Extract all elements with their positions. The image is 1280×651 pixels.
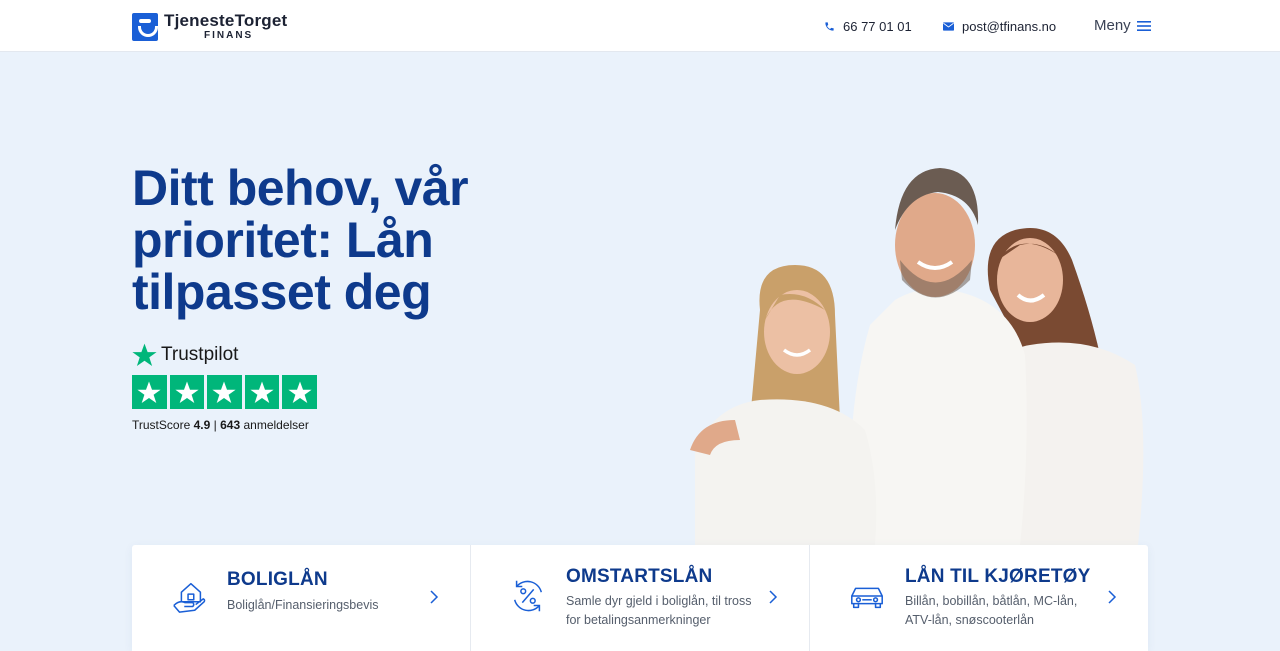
- review-count: 643: [220, 418, 241, 432]
- trustpilot-name: Trustpilot: [161, 343, 239, 365]
- trustscore-value: 4.9: [193, 418, 211, 432]
- chevron-right-icon: [430, 590, 439, 604]
- car-icon: [851, 587, 883, 609]
- trustpilot-star: [244, 375, 280, 409]
- trustscore-line: TrustScore 4.9 | 643 anmeldelser: [132, 418, 317, 432]
- phone-icon: [825, 22, 834, 31]
- trustpilot-star: [169, 375, 205, 409]
- card-description: Billån, bobillån, båtlån, MC-lån, ATV-lå…: [905, 594, 1078, 627]
- menu-button[interactable]: Meny: [1094, 17, 1151, 34]
- card-boliglan[interactable]: BOLIGLÅN Boliglån/Finansieringsbevis: [132, 545, 471, 651]
- logo-sub: FINANS: [204, 30, 254, 41]
- logo-mark-icon: [132, 12, 158, 41]
- star-icon: [175, 381, 199, 403]
- house-hand-icon: [173, 582, 206, 613]
- review-label: anmeldelser: [243, 418, 309, 432]
- logo[interactable]: TjenesteTorget FINANS: [132, 12, 287, 41]
- card-title: LÅN TIL KJØRETØY: [905, 566, 1091, 587]
- percent-cycle-icon: [513, 580, 543, 612]
- trustpilot-star: [132, 375, 167, 409]
- chevron-right-icon: [769, 590, 778, 604]
- family-photo: [690, 168, 1144, 545]
- trustpilot-star: [207, 375, 242, 409]
- trustpilot-star: [282, 375, 317, 409]
- phone-link[interactable]: 66 77 01 01: [824, 19, 912, 34]
- trustpilot-stars: [132, 375, 317, 409]
- product-cards: BOLIGLÅN Boliglån/Finansieringsbevis OMS…: [132, 545, 1148, 651]
- card-kjoretoy[interactable]: LÅN TIL KJØRETØY Billån, bobillån, båtlå…: [810, 545, 1148, 651]
- trustpilot-widget[interactable]: Trustpilot TrustScore 4.9 | 643 anmeldel…: [132, 342, 317, 432]
- girl-figure: [690, 265, 877, 545]
- card-title: OMSTARTSLÅN: [566, 566, 713, 587]
- trustscore-label: TrustScore: [132, 418, 191, 432]
- star-icon: [250, 381, 274, 403]
- man-figure: [849, 168, 1027, 545]
- phone-number: 66 77 01 01: [843, 19, 912, 34]
- trustpilot-brand: Trustpilot: [132, 342, 317, 367]
- hero-title: Ditt behov, vår prioritet: Lån tilpasset…: [132, 160, 469, 320]
- email-link[interactable]: post@tfinans.no: [943, 19, 1056, 34]
- card-title: BOLIGLÅN: [227, 569, 328, 590]
- star-icon: [288, 381, 312, 403]
- email-address: post@tfinans.no: [962, 19, 1057, 34]
- card-description: Samle dyr gjeld i boliglån, til tross fo…: [566, 594, 752, 627]
- card-description: Boliglån/Finansieringsbevis: [227, 598, 379, 612]
- logo-name: TjenesteTorget: [164, 11, 288, 30]
- star-icon: [137, 381, 161, 403]
- trustscore-separator: |: [213, 418, 217, 432]
- hamburger-icon: [1136, 20, 1151, 31]
- card-omstartslan[interactable]: OMSTARTSLÅN Samle dyr gjeld i boliglån, …: [471, 545, 810, 651]
- star-icon: [212, 381, 237, 403]
- site-header: TjenesteTorget FINANS 66 77 01 01 post@t…: [0, 0, 1280, 52]
- chevron-right-icon: [1108, 590, 1117, 604]
- mail-icon: [943, 22, 954, 31]
- menu-label: Meny: [1094, 17, 1131, 34]
- trustpilot-star-icon: [132, 343, 157, 366]
